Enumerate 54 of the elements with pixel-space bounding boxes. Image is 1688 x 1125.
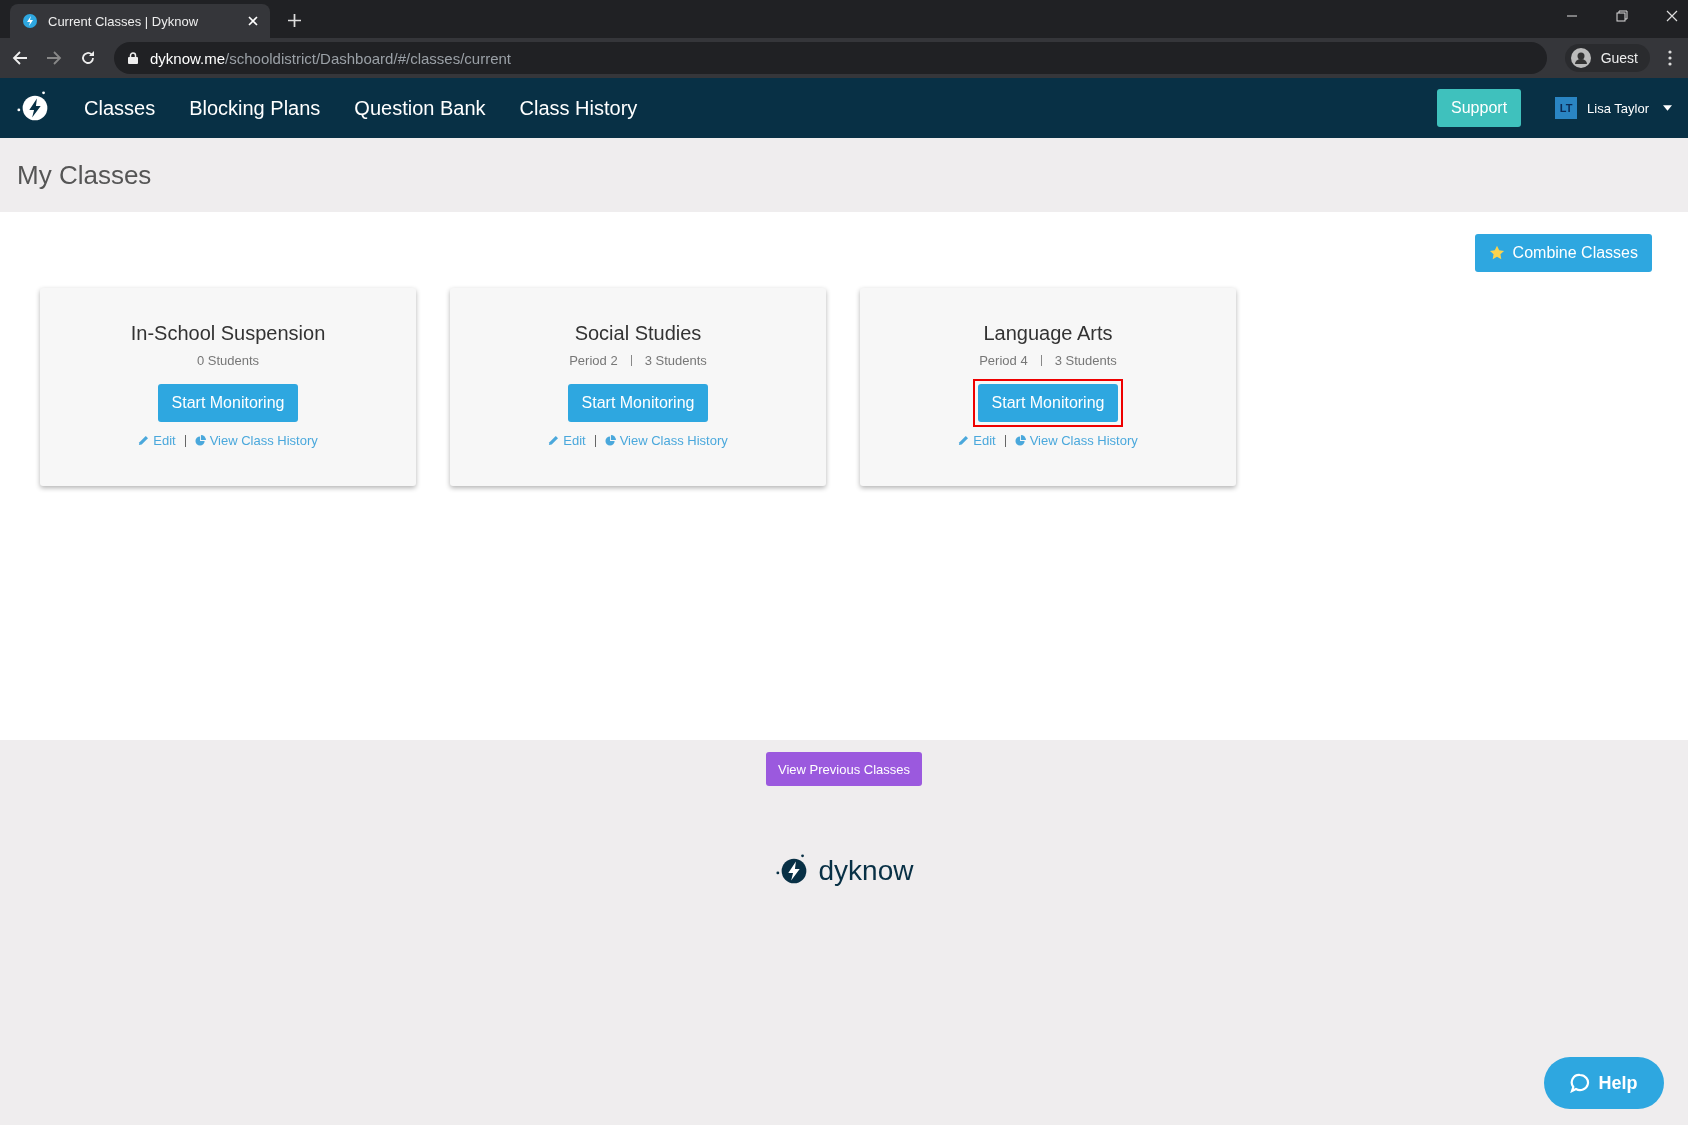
browser-tab[interactable]: Current Classes | Dyknow [10,4,270,38]
person-icon [1570,48,1591,68]
student-count: 3 Students [1054,353,1117,368]
pencil-icon [548,435,560,446]
user-menu[interactable]: LT Lisa Taylor [1555,97,1672,119]
help-button[interactable]: Help [1544,1057,1664,1109]
user-initials-avatar: LT [1555,97,1578,119]
start-monitoring-button[interactable]: Start Monitoring [157,384,299,422]
start-monitoring-button[interactable]: Start Monitoring [567,384,709,422]
close-icon[interactable] [1666,10,1678,22]
back-arrow-icon[interactable] [12,50,28,66]
pie-chart-icon [1014,435,1026,446]
profile-button[interactable]: Guest [1564,44,1650,72]
restore-icon[interactable] [1616,10,1628,22]
edit-link[interactable]: Edit [548,433,586,448]
class-period: Period 4 [979,353,1028,368]
reload-icon[interactable] [80,50,96,66]
forward-arrow-icon[interactable] [46,50,62,66]
tab-title: Current Classes | Dyknow [48,13,200,29]
pencil-icon [958,435,970,446]
student-count: 0 Students [196,353,260,368]
pie-chart-icon [194,435,206,446]
view-class-history-link[interactable]: View Class History [604,433,728,448]
user-name: Lisa Taylor [1587,100,1649,116]
combine-classes-button[interactable]: Combine Classes [1474,234,1652,272]
nav-link[interactable]: Question Bank [354,96,486,120]
edit-link[interactable]: Edit [958,433,996,448]
class-name: Social Studies [574,322,702,345]
new-tab-icon[interactable] [288,14,301,27]
view-previous-classes-button[interactable]: View Previous Classes [766,752,922,786]
star-icon [1488,245,1505,261]
lock-icon [128,52,138,64]
support-button[interactable]: Support [1437,89,1522,127]
brand-name: dyknow [818,855,914,887]
nav-link[interactable]: Blocking Plans [189,96,321,120]
chat-bubble-icon [1570,1073,1591,1093]
student-count: 3 Students [644,353,707,368]
view-class-history-link[interactable]: View Class History [194,433,318,448]
start-monitoring-button[interactable]: Start Monitoring [977,384,1119,422]
pencil-icon [138,435,150,446]
nav-link[interactable]: Classes [84,96,156,120]
menu-icon[interactable] [1668,50,1672,66]
address-bar[interactable]: dyknow.me/schooldistrict/Dashboard/#/classes/current [114,42,1547,74]
lightning-logo-icon [22,13,38,29]
caret-icon [1663,105,1672,111]
url-text: dyknow.me/schooldistrict/Dashboard/#/classes/current [150,49,511,67]
class-period: Period 2 [569,353,618,368]
edit-link[interactable]: Edit [138,433,176,448]
class-name: Language Arts [983,322,1113,345]
page-title: My Classes [17,159,152,191]
pie-chart-icon [604,435,616,446]
class-name: In-School Suspension [130,322,326,345]
view-class-history-link[interactable]: View Class History [1014,433,1138,448]
nav-link[interactable]: Class History [519,96,638,120]
